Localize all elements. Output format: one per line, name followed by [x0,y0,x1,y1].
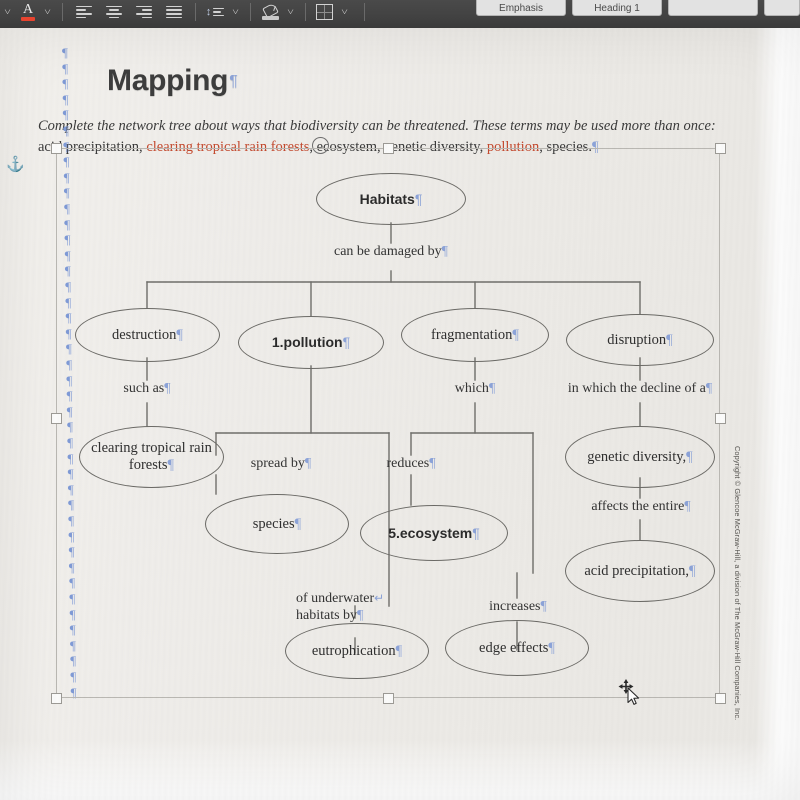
ribbon-divider [364,3,365,21]
chevron-down-icon: ˅ [44,6,52,17]
ribbon-divider [62,3,63,21]
line-spacing-dropdown-chevron[interactable]: ˅ [228,0,244,24]
align-left-icon [76,5,92,19]
ribbon-divider [195,3,196,21]
style-chip-label: Heading 1 [594,3,640,14]
page-title-text: Mapping [107,64,229,97]
borders-dropdown-chevron[interactable]: ˅ [336,0,354,24]
font-color-dropdown-chevron[interactable]: ˅ [40,0,56,24]
align-center-button[interactable] [99,0,129,24]
move-cursor-icon [618,679,640,705]
resize-handle-middle-right[interactable] [715,413,726,424]
object-selection-frame[interactable] [51,143,726,704]
instructions-once: once: [683,118,716,134]
pilcrow-mark: ¶ [62,107,69,123]
screenshot-root: ˅ A ˅ ↕ ˅ ˅ ˅ Emphasis Heading 1 Mapping… [0,0,800,800]
chevron-down-icon: ˅ [341,6,349,17]
borders-button[interactable] [312,0,336,24]
chevron-down-icon: ˅ [287,6,295,17]
copyright-notice: Copyright © Glencoe McGraw-Hill, a divis… [733,446,742,721]
pilcrow-mark: ¶ [62,45,68,60]
pilcrow-mark: ¶ [62,60,69,76]
resize-handle-bottom-right[interactable] [715,693,726,704]
page-bottom-shade [0,740,800,800]
font-color-dropdown-left-chevron[interactable]: ˅ [0,0,16,24]
line-spacing-icon: ↕ [206,5,225,19]
resize-handle-top-center[interactable] [383,143,394,154]
pilcrow-mark: ¶ [62,76,69,92]
resize-handle-middle-left[interactable] [51,413,62,424]
object-anchor-icon: ⚓ [6,157,25,173]
resize-handle-top-left[interactable] [51,143,62,154]
instructions-line1: Complete the network tree about ways tha… [38,118,680,134]
document-page: Mapping¶ Complete the network tree about… [0,28,800,800]
shading-button[interactable] [257,0,283,24]
chevron-down-icon: ˅ [4,6,12,17]
resize-handle-bottom-center[interactable] [383,693,394,704]
style-chip-emphasis[interactable]: Emphasis [476,0,566,16]
chevron-down-icon: ˅ [232,6,240,17]
pilcrow-mark: ¶ [229,73,238,90]
line-spacing-button[interactable]: ↕ [202,0,228,24]
shading-dropdown-chevron[interactable]: ˅ [283,0,299,24]
font-color-button[interactable]: A [16,0,40,24]
font-color-A-icon: A [22,1,34,17]
ribbon-divider [250,3,251,21]
ribbon-divider [305,3,306,21]
style-chip-4[interactable] [764,0,800,16]
style-chip-3[interactable] [668,0,758,16]
style-chip-heading1[interactable]: Heading 1 [572,0,662,16]
styles-gallery: Emphasis Heading 1 [476,0,800,16]
align-left-button[interactable] [69,0,99,24]
resize-handle-top-right[interactable] [715,143,726,154]
align-center-icon [106,5,122,19]
font-color-swatch [21,16,35,21]
pilcrow-mark: ¶ [62,91,69,107]
align-justify-button[interactable] [159,0,189,24]
style-chip-label: Emphasis [499,3,543,14]
page-right-edge-shade [754,28,800,800]
shading-icon [261,2,279,20]
align-right-icon [136,5,152,19]
borders-icon [315,4,333,20]
word-ribbon-toolbar: ˅ A ˅ ↕ ˅ ˅ ˅ Emphasis Heading 1 [0,0,800,28]
resize-handle-bottom-left[interactable] [51,693,62,704]
page-title: Mapping¶ [107,64,238,98]
align-right-button[interactable] [129,0,159,24]
align-justify-icon [166,5,182,19]
pilcrow-mark: ¶ [63,123,69,138]
